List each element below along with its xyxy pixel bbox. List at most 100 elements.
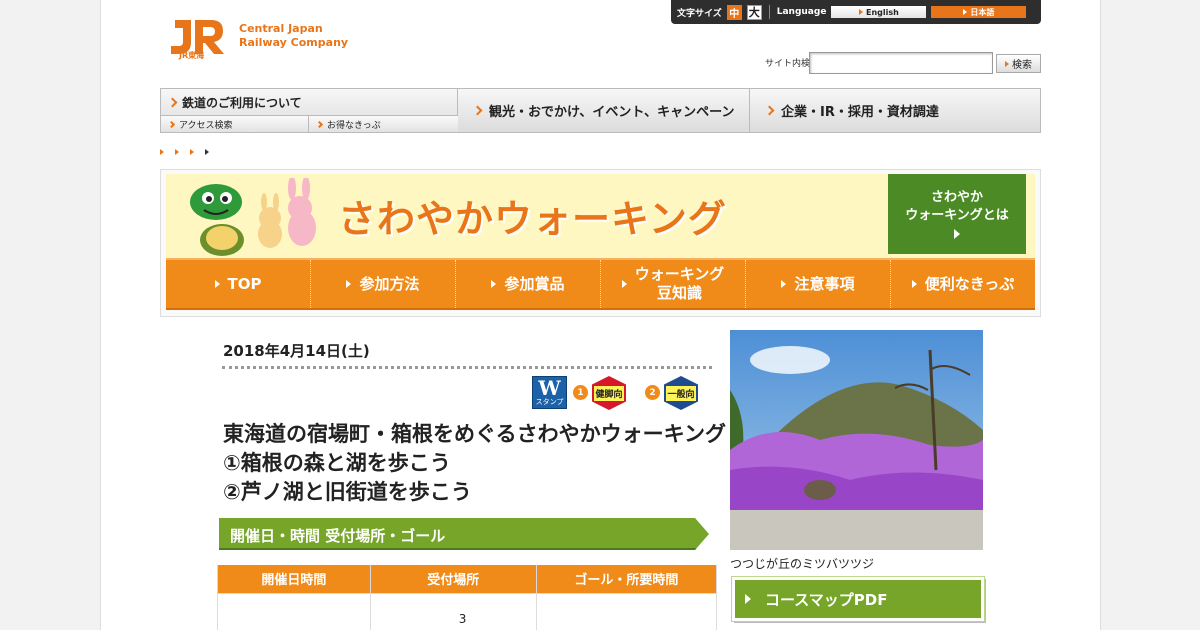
company-name[interactable]: Central Japan Railway Company — [239, 22, 348, 50]
general-course-badge: 一般向 — [664, 376, 698, 410]
arrow-right-icon — [621, 280, 627, 288]
font-size-medium-button[interactable]: 中 — [726, 4, 742, 20]
event-title: 東海道の宿場町・箱根をめぐるさわやかウォーキング ①箱根の森と湖を歩こう ②芦ノ… — [223, 420, 726, 507]
arrow-right-icon — [346, 280, 352, 288]
walking-nav-how-to-join[interactable]: 参加方法 — [311, 260, 456, 308]
search-button-label: 検索 — [1012, 60, 1032, 71]
breadcrumb-arrow-icon[interactable] — [160, 149, 164, 155]
arrow-right-icon — [963, 9, 968, 15]
logo-subtext: JR東海 — [179, 51, 205, 60]
walking-nav-tickets[interactable]: 便利なきっぷ — [891, 260, 1035, 308]
course-map-pdf-label: コースマップPDF — [765, 590, 888, 609]
table-header: 開催日時間 — [217, 565, 371, 594]
search-input[interactable] — [809, 52, 993, 74]
section-heading: 開催日・時間 受付場所・ゴール — [219, 518, 716, 552]
arrow-right-icon — [911, 280, 917, 288]
event-date: 2018年4月14日(土) — [223, 342, 370, 360]
table-header-row: 開催日時間 受付場所 ゴール・所要時間 — [217, 565, 718, 594]
table-cell — [217, 592, 371, 630]
about-walking-line1: さわやか — [930, 190, 983, 205]
nav-railway-link[interactable]: 鉄道のご利用について — [161, 89, 458, 116]
table-cell — [535, 592, 718, 630]
event-title-line1: 東海道の宿場町・箱根をめぐるさわやかウォーキング — [223, 422, 726, 446]
arrow-right-icon — [859, 9, 863, 15]
walking-nav-label: 注意事項 — [794, 274, 855, 293]
photo-caption: つつじが丘のミツバツツジ — [730, 557, 875, 571]
walking-nav-label: 参加方法 — [359, 274, 420, 293]
walking-nav-tips[interactable]: ウォーキング 豆知識 — [601, 260, 746, 308]
event-info-table: 開催日時間 受付場所 ゴール・所要時間 3 — [217, 565, 718, 630]
nav-access-search-link[interactable]: アクセス検索 — [161, 116, 309, 132]
page: JR東海 Central Japan Railway Company 文字サイズ… — [100, 0, 1101, 630]
walking-nav-prizes[interactable]: 参加賞品 — [456, 260, 601, 308]
chevron-right-icon — [764, 105, 775, 116]
chevron-right-icon — [315, 120, 324, 128]
table-header: ゴール・所要時間 — [535, 565, 718, 594]
arrow-right-icon — [745, 594, 751, 604]
font-size-large-button[interactable]: 大 — [746, 4, 762, 20]
language-japanese-button[interactable]: 日本語 — [931, 6, 1027, 18]
language-label: Language — [776, 7, 827, 17]
advanced-course-label: 健脚向 — [594, 385, 624, 401]
chevron-right-icon — [167, 120, 176, 128]
nav-tourism-label: 観光・おでかけ、イベント、キャンペーン — [489, 105, 735, 120]
table-row: 3 — [217, 592, 718, 630]
w-stamp-badge: W スタンプ — [532, 376, 567, 409]
general-course-label: 一般向 — [666, 385, 696, 401]
walking-nav-label: 便利なきっぷ — [924, 274, 1015, 293]
arrow-right-icon — [214, 280, 220, 288]
language-english-label: English — [866, 7, 899, 17]
azalea-photo — [730, 330, 983, 550]
course-map-pdf-button[interactable]: コースマップPDF — [731, 576, 985, 622]
breadcrumb — [160, 149, 209, 155]
language-english-button[interactable]: English — [831, 6, 927, 18]
breadcrumb-arrow-icon[interactable] — [175, 149, 179, 155]
walking-nav-cautions[interactable]: 注意事項 — [746, 260, 891, 308]
mascot-characters-icon — [190, 178, 316, 256]
global-nav: 鉄道のご利用について アクセス検索 お得なきっぷ 観光・おでかけ、イベント、キャ… — [160, 88, 1041, 133]
course-number-badge: 2 — [645, 385, 660, 400]
about-walking-line2: ウォーキングとは — [905, 208, 1009, 223]
arrow-right-icon — [954, 229, 960, 239]
walking-nav: TOP 参加方法 参加賞品 ウォーキング 豆知識 注意事項 便利なきっぷ — [166, 258, 1035, 310]
event-title-line2: ①箱根の森と湖を歩こう — [223, 451, 451, 475]
arrow-right-icon — [491, 280, 497, 288]
language-japanese-label: 日本語 — [970, 7, 995, 17]
event-title-line3: ②芦ノ湖と旧街道を歩こう — [223, 480, 472, 504]
search-button[interactable]: 検索 — [996, 54, 1041, 73]
about-walking-link[interactable]: さわやか ウォーキングとは — [888, 174, 1026, 254]
nav-railway-label: 鉄道のご利用について — [182, 95, 302, 110]
company-name-line1: Central Japan — [239, 22, 323, 35]
nav-tourism-link[interactable]: 観光・おでかけ、イベント、キャンペーン — [458, 89, 750, 132]
walking-nav-label: TOP — [227, 274, 262, 293]
walking-nav-top[interactable]: TOP — [166, 260, 311, 308]
font-size-label: 文字サイズ — [677, 8, 722, 19]
banner-title: さわやかウォーキング — [338, 197, 727, 241]
course-number-badge: 1 — [573, 385, 588, 400]
breadcrumb-arrow-icon — [205, 149, 209, 155]
arrow-right-icon — [781, 280, 787, 288]
dotted-divider — [222, 365, 712, 369]
arrow-right-icon — [1005, 60, 1009, 67]
chevron-right-icon — [472, 105, 483, 116]
nav-corporate-label: 企業・IR・採用・資材調達 — [781, 105, 939, 120]
table-cell: 3 — [369, 592, 537, 630]
walking-nav-label: 参加賞品 — [504, 274, 565, 293]
nav-discount-tickets-label: お得なきっぷ — [327, 120, 381, 131]
nav-group-railway: 鉄道のご利用について アクセス検索 お得なきっぷ — [161, 89, 458, 132]
chevron-right-icon — [167, 97, 178, 107]
w-stamp-label: スタンプ — [535, 398, 564, 406]
nav-corporate-link[interactable]: 企業・IR・採用・資材調達 — [750, 89, 1040, 132]
table-header: 受付場所 — [369, 565, 537, 594]
company-name-line2: Railway Company — [239, 36, 349, 49]
walking-nav-label: ウォーキング 豆知識 — [634, 265, 725, 302]
breadcrumb-arrow-icon[interactable] — [190, 149, 194, 155]
nav-access-search-label: アクセス検索 — [179, 120, 233, 131]
banner-header: さわやかウォーキング さわやか ウォーキングとは — [166, 174, 1035, 258]
w-stamp-letter: W — [538, 376, 561, 400]
walking-banner: さわやかウォーキング さわやか ウォーキングとは TOP 参加方法 参加賞品 ウ… — [160, 169, 1041, 317]
nav-discount-tickets-link[interactable]: お得なきっぷ — [309, 116, 458, 132]
utility-bar: 文字サイズ 中 大 Language English 日本語 — [671, 0, 1041, 24]
separator — [768, 5, 770, 19]
section-heading-text: 開催日・時間 受付場所・ゴール — [230, 527, 446, 545]
